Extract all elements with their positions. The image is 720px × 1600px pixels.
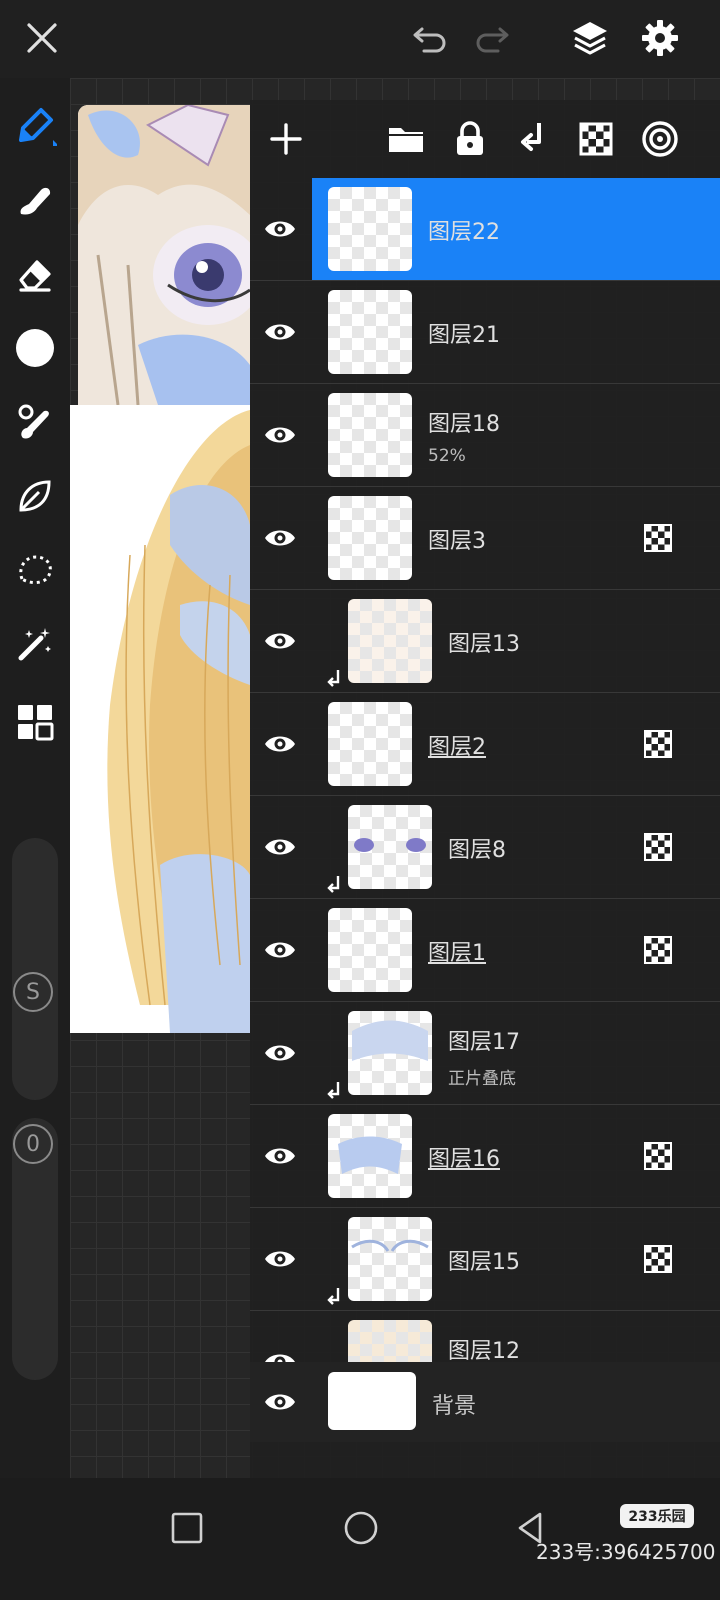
layer-row[interactable]: 图层16 [250, 1105, 720, 1208]
layer-opacity: 52% [428, 446, 466, 466]
layer-name: 图层16 [428, 1147, 500, 1172]
layer-thumbnail [348, 805, 432, 889]
eye-icon[interactable] [258, 621, 302, 661]
lock-icon[interactable] [446, 115, 494, 163]
watermark-text: 233号:396425700 [536, 1540, 716, 1564]
layer-thumbnail [328, 393, 412, 477]
eye-icon[interactable] [258, 827, 302, 867]
eye-icon[interactable] [258, 930, 302, 970]
clip-arrow-icon [327, 670, 340, 687]
layer-thumbnail [328, 187, 412, 271]
layer-name: 图层22 [428, 220, 500, 245]
layer-row[interactable]: 图层13 [250, 590, 720, 693]
add-layer-icon[interactable] [262, 115, 310, 163]
layer-thumbnail [328, 290, 412, 374]
brush-icon[interactable] [11, 102, 59, 150]
layer-thumbnail [328, 702, 412, 786]
mask-icon[interactable] [644, 1142, 672, 1170]
artwork-canvas[interactable] [70, 105, 250, 1033]
folder-icon[interactable] [382, 115, 430, 163]
redo-icon[interactable] [468, 14, 516, 62]
layer-row[interactable]: 图层15 [250, 1208, 720, 1311]
layer-thumbnail [328, 1114, 412, 1198]
undo-icon[interactable] [406, 14, 454, 62]
layer-row[interactable]: 图层18 52% [250, 384, 720, 487]
eye-icon[interactable] [258, 518, 302, 558]
layer-name: 图层17 [448, 1030, 520, 1055]
eye-icon[interactable] [258, 209, 302, 249]
layer-row[interactable]: 图层17 正片叠底 [250, 1002, 720, 1105]
magic-wand-icon[interactable] [11, 620, 59, 668]
close-icon[interactable] [18, 14, 66, 62]
transparency-icon[interactable] [572, 115, 620, 163]
layer-name: 图层13 [448, 632, 520, 657]
layer-blend-mode: 正片叠底 [448, 1069, 516, 1089]
eye-icon[interactable] [258, 1382, 302, 1422]
watermark-logo: 233乐园 [620, 1504, 694, 1528]
background-layer-row[interactable]: 背景 [250, 1362, 720, 1442]
mask-icon[interactable] [644, 936, 672, 964]
layer-row[interactable]: 图层3 [250, 487, 720, 590]
shape-icon[interactable] [11, 472, 59, 520]
eye-icon[interactable] [258, 1136, 302, 1176]
eye-icon[interactable] [258, 312, 302, 352]
smudge-icon[interactable] [11, 176, 59, 224]
recent-apps-icon[interactable] [162, 1503, 212, 1553]
color-icon[interactable] [11, 324, 59, 372]
opacity-badge: 0 [13, 1124, 53, 1164]
home-icon[interactable] [336, 1503, 386, 1553]
layer-name: 图层2 [428, 735, 486, 760]
layer-thumbnail [328, 908, 412, 992]
layer-name: 图层12 [448, 1339, 520, 1364]
layer-thumbnail [348, 1217, 432, 1301]
top-bar [0, 0, 720, 78]
layer-thumbnail [328, 496, 412, 580]
layers-list: 图层22 图层21 图层18 52% 图层3 图层13 图层2 图层8 图层1 … [250, 178, 720, 1382]
layers-panel-header [250, 100, 720, 178]
background-thumbnail [328, 1372, 416, 1430]
grid-icon[interactable] [11, 698, 59, 746]
selection-icon[interactable] [11, 546, 59, 594]
size-badge: S [13, 972, 53, 1012]
layer-thumbnail [348, 599, 432, 683]
mask-icon[interactable] [644, 833, 672, 861]
layer-name: 图层21 [428, 323, 500, 348]
eye-icon[interactable] [258, 415, 302, 455]
layer-row[interactable]: 图层22 [250, 178, 720, 281]
brush-size-slider[interactable] [12, 838, 58, 1100]
layers-icon[interactable] [566, 14, 614, 62]
brush-library-icon[interactable] [11, 398, 59, 446]
layer-name: 图层15 [448, 1250, 520, 1275]
layer-row[interactable]: 图层8 [250, 796, 720, 899]
eye-icon[interactable] [258, 724, 302, 764]
left-toolbar: S 0 [0, 78, 70, 1500]
layer-name: 图层8 [448, 838, 506, 863]
clip-arrow-icon [327, 876, 340, 893]
layer-name: 图层1 [428, 941, 486, 966]
blend-icon[interactable] [636, 115, 684, 163]
artwork-preview-top [78, 105, 250, 405]
layer-row[interactable]: 图层21 [250, 281, 720, 384]
eye-icon[interactable] [258, 1239, 302, 1279]
mask-icon[interactable] [644, 524, 672, 552]
eraser-icon[interactable] [11, 250, 59, 298]
settings-icon[interactable] [636, 14, 684, 62]
system-nav-bar: 233乐园 233号:396425700 [0, 1478, 720, 1600]
mask-icon[interactable] [644, 730, 672, 758]
eye-icon[interactable] [258, 1033, 302, 1073]
layers-panel: 图层22 图层21 图层18 52% 图层3 图层13 图层2 图层8 图层1 … [250, 100, 720, 1478]
clip-arrow-icon [327, 1288, 340, 1305]
clip-arrow-icon [327, 1082, 340, 1099]
layer-row[interactable]: 图层1 [250, 899, 720, 1002]
artwork-preview-bottom [70, 405, 250, 1033]
mask-icon[interactable] [644, 1245, 672, 1273]
clip-icon[interactable] [510, 115, 558, 163]
layer-name: 图层3 [428, 529, 486, 554]
background-layer-name: 背景 [432, 1394, 477, 1419]
layer-thumbnail [348, 1011, 432, 1095]
layer-row[interactable]: 图层2 [250, 693, 720, 796]
layer-name: 图层18 [428, 412, 500, 437]
